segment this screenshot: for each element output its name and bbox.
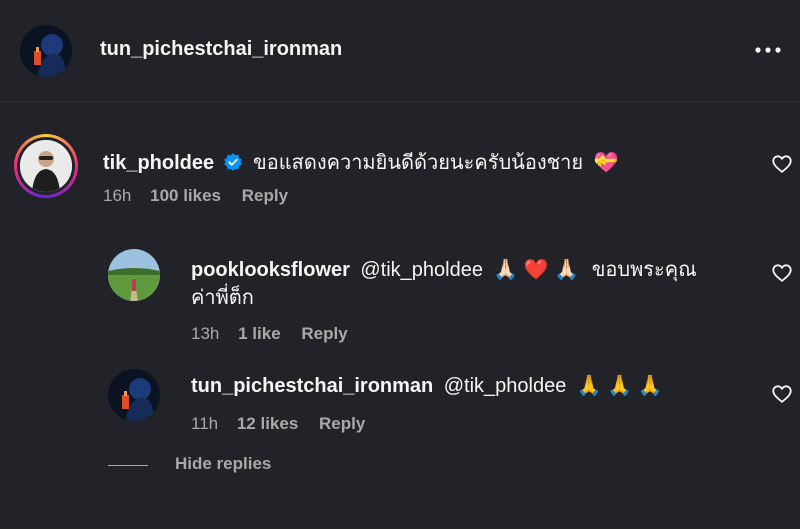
profile-photo-icon <box>108 369 160 421</box>
reply-emojis: 🙏 🙏 🙏 <box>576 375 663 397</box>
reply-username[interactable]: pooklooksflower <box>191 259 350 281</box>
comment-avatar <box>20 140 72 192</box>
reply-mention[interactable]: @tik_pholdee <box>444 375 567 397</box>
comment-username[interactable]: tik_pholdee <box>103 152 214 174</box>
reply-time: 13h <box>191 324 220 343</box>
reply-emojis: 🙏🏻 ❤️ 🙏🏻 <box>493 259 580 281</box>
hide-replies-button[interactable]: Hide replies <box>175 454 271 474</box>
reply-mention[interactable]: @tik_pholdee <box>360 259 483 281</box>
reply-reply-button[interactable]: Reply <box>301 324 347 343</box>
reply-username[interactable]: tun_pichestchai_ironman <box>191 375 433 397</box>
comment-avatar-ring[interactable] <box>14 134 78 198</box>
verified-badge-icon <box>223 152 243 177</box>
comment-text: ขอแสดงความยินดีด้วยนะครับน้องชาย <box>253 152 584 174</box>
profile-photo-icon <box>20 25 72 77</box>
header-username[interactable]: tun_pichestchai_ironman <box>100 38 342 61</box>
comment-reply-button[interactable]: Reply <box>242 186 288 205</box>
like-heart-icon[interactable] <box>771 383 793 405</box>
header-divider <box>0 101 800 102</box>
reply-avatar[interactable] <box>108 249 160 301</box>
profile-photo-icon <box>20 140 72 192</box>
comment-likes[interactable]: 100 likes <box>150 186 221 205</box>
reply-reply-button[interactable]: Reply <box>319 414 365 433</box>
reply-time: 11h <box>191 414 219 433</box>
reply-avatar[interactable] <box>108 369 160 421</box>
like-heart-icon[interactable] <box>771 262 793 284</box>
header-avatar[interactable] <box>20 25 72 77</box>
hide-replies-divider <box>108 465 148 466</box>
reply-text: ขอบพระคุณ <box>591 259 697 281</box>
reply-text-line2: ค่าพี่ต็ก <box>191 287 254 309</box>
profile-photo-icon <box>108 249 160 301</box>
gift-heart-emoji: 💝 <box>593 152 619 174</box>
reply-likes[interactable]: 1 like <box>238 324 281 343</box>
reply-likes[interactable]: 12 likes <box>237 414 298 433</box>
like-heart-icon[interactable] <box>771 153 793 175</box>
more-options-icon[interactable] <box>752 38 784 62</box>
comment-time: 16h <box>103 186 132 205</box>
